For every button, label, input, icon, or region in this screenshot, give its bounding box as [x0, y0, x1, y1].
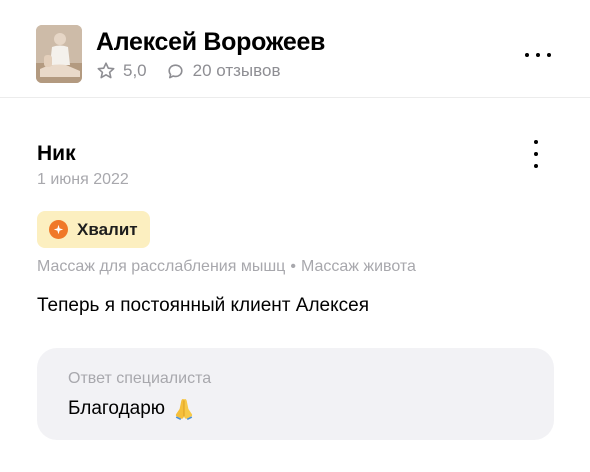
folded-hands-icon — [171, 397, 197, 421]
more-vertical-icon[interactable] — [526, 138, 546, 170]
review-text: Теперь я постоянный клиент Алексея — [37, 295, 369, 316]
speech-bubble-icon — [167, 63, 184, 80]
specialist-meta: 5,0 20 отзывов — [96, 60, 280, 82]
review-services: Массаж для расслабления мышц • Массаж живо… — [37, 258, 416, 276]
review-author: Ник — [37, 142, 76, 165]
avatar[interactable] — [36, 25, 82, 83]
rating-value: 5,0 — [123, 61, 147, 80]
reply-message: Благодарю — [68, 397, 197, 421]
star-outline-icon — [97, 62, 115, 79]
service-tag: Массаж для расслабления мышц — [37, 258, 286, 275]
reviews-count-link[interactable]: 20 отзывов — [193, 61, 281, 81]
review-date: 1 июня 2022 — [37, 171, 129, 188]
specialist-name[interactable]: Алексей Ворожеев — [96, 28, 325, 57]
service-tag: Массаж живота — [300, 258, 416, 275]
more-horizontal-icon[interactable] — [525, 50, 551, 60]
specialist-header: Алексей Ворожеев 5,0 20 отзывов — [0, 0, 590, 98]
reply-text: Благодарю — [68, 398, 166, 419]
praise-badge: Хвалит — [37, 211, 150, 248]
specialist-reply: Ответ специалиста Благодарю — [37, 348, 554, 440]
badge-label: Хвалит — [77, 219, 138, 239]
praise-icon — [49, 220, 68, 239]
service-separator: • — [290, 258, 296, 275]
reply-label: Ответ специалиста — [68, 370, 212, 387]
avatar-photo — [36, 25, 82, 83]
